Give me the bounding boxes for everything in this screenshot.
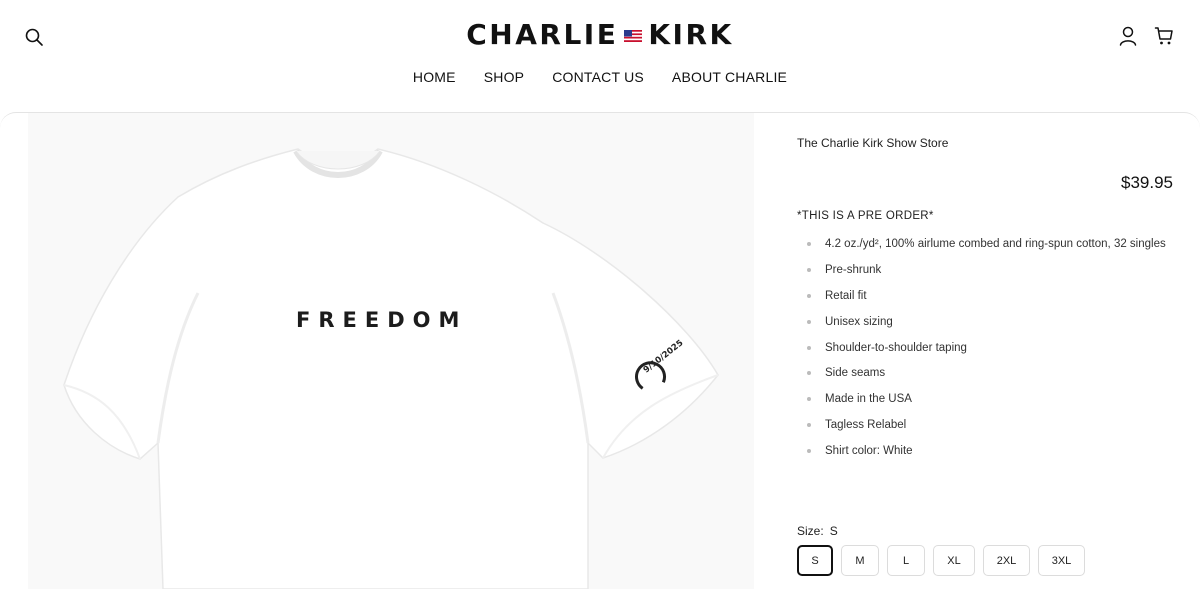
- size-option-xl[interactable]: XL: [933, 545, 975, 576]
- size-selected-value: S: [829, 524, 838, 538]
- feature-item: Made in the USA: [797, 391, 1166, 417]
- size-label-text: Size:: [797, 524, 824, 538]
- size-option-s[interactable]: S: [797, 545, 833, 576]
- size-selector: S M L XL 2XL 3XL: [797, 545, 1085, 576]
- logo-text-left: CHARLIE: [466, 18, 619, 51]
- feature-item: Tagless Relabel: [797, 417, 1166, 443]
- feature-list: 4.2 oz./yd², 100% airlume combed and rin…: [797, 236, 1166, 469]
- main-nav: HOME SHOP CONTACT US ABOUT CHARLIE: [0, 69, 1200, 85]
- nav-shop[interactable]: SHOP: [484, 69, 524, 85]
- flag-icon: [624, 29, 643, 42]
- logo-text-right: KIRK: [648, 18, 734, 51]
- nav-about-charlie[interactable]: ABOUT CHARLIE: [672, 69, 787, 85]
- site-header: CHARLIE KIRK HOME SHOP CONTACT US ABOUT …: [0, 0, 1200, 112]
- product-section: 9/10/2025 FREEDOM The Charlie Kirk Show …: [0, 112, 1200, 589]
- size-option-m[interactable]: M: [841, 545, 879, 576]
- size-option-2xl[interactable]: 2XL: [983, 545, 1030, 576]
- size-option-l[interactable]: L: [887, 545, 925, 576]
- nav-home[interactable]: HOME: [413, 69, 456, 85]
- size-label: Size: S: [797, 524, 838, 538]
- nav-contact-us[interactable]: CONTACT US: [552, 69, 644, 85]
- site-logo[interactable]: CHARLIE KIRK: [0, 18, 1200, 51]
- size-option-3xl[interactable]: 3XL: [1038, 545, 1085, 576]
- feature-item: Pre-shrunk: [797, 262, 1166, 288]
- account-button[interactable]: [1118, 25, 1138, 47]
- tshirt-image: 9/10/2025: [28, 113, 754, 589]
- product-price: $39.95: [1121, 173, 1173, 192]
- feature-item: Side seams: [797, 365, 1166, 391]
- cart-button[interactable]: [1154, 25, 1174, 47]
- feature-item: 4.2 oz./yd², 100% airlume combed and rin…: [797, 236, 1166, 262]
- feature-item: Shoulder-to-shoulder taping: [797, 340, 1166, 366]
- vendor-name[interactable]: The Charlie Kirk Show Store: [797, 136, 948, 150]
- feature-item: Retail fit: [797, 288, 1166, 314]
- preorder-note: *THIS IS A PRE ORDER*: [797, 210, 934, 222]
- feature-item: Shirt color: White: [797, 443, 1166, 469]
- account-icon: [1119, 26, 1137, 46]
- feature-item: Unisex sizing: [797, 314, 1166, 340]
- product-image[interactable]: 9/10/2025 FREEDOM: [28, 113, 754, 589]
- shirt-print-text: FREEDOM: [296, 308, 468, 332]
- cart-icon: [1154, 27, 1173, 45]
